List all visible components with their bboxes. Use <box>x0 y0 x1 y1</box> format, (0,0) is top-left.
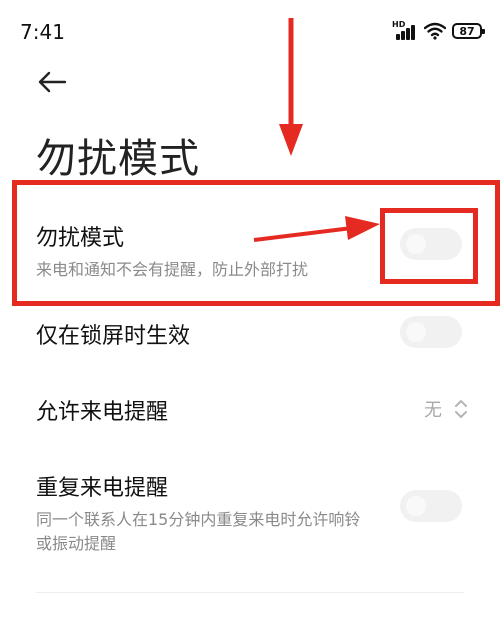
cellular-signal-icon: HD <box>392 20 418 40</box>
network-type-label: HD <box>392 20 406 29</box>
repeat-calls-subtitle: 同一个联系人在15分钟内重复来电时允许响铃 或振动提醒 <box>36 508 464 556</box>
arrow-left-icon <box>38 71 67 93</box>
status-bar: 7:41 HD 87 <box>0 0 500 60</box>
setting-row-dnd[interactable]: 勿扰模式 来电和通知不会有提醒，防止外部打扰 <box>36 220 464 282</box>
allow-calls-value: 无 <box>424 400 442 421</box>
toggle-knob <box>406 322 426 342</box>
toggle-knob <box>406 234 426 254</box>
lock-screen-only-toggle[interactable] <box>400 316 462 348</box>
allow-calls-select[interactable]: 无 <box>424 396 468 422</box>
battery-level: 87 <box>459 24 475 38</box>
repeat-calls-subtitle-line1: 同一个联系人在15分钟内重复来电时允许响铃 <box>36 510 361 529</box>
status-icons: HD 87 <box>392 20 485 40</box>
repeat-calls-title: 重复来电提醒 <box>36 476 169 501</box>
repeat-calls-subtitle-line2: 或振动提醒 <box>36 534 117 553</box>
setting-row-allow-calls[interactable]: 允许来电提醒 <box>36 394 464 426</box>
allow-calls-title: 允许来电提醒 <box>36 400 169 425</box>
toggle-knob <box>406 496 426 516</box>
wifi-icon <box>424 22 446 40</box>
battery-icon: 87 <box>452 23 485 39</box>
dnd-subtitle: 来电和通知不会有提醒，防止外部打扰 <box>36 260 309 279</box>
back-button[interactable] <box>34 64 70 100</box>
repeat-calls-toggle[interactable] <box>400 490 462 522</box>
dnd-toggle[interactable] <box>400 228 462 260</box>
setting-row-repeat-calls[interactable]: 重复来电提醒 同一个联系人在15分钟内重复来电时允许响铃 或振动提醒 <box>36 470 464 556</box>
chevron-updown-icon <box>455 400 467 418</box>
page-title: 勿扰模式 <box>36 136 200 182</box>
annotation-down-arrow-head <box>279 124 303 156</box>
divider <box>36 592 464 593</box>
status-time: 7:41 <box>20 20 65 44</box>
